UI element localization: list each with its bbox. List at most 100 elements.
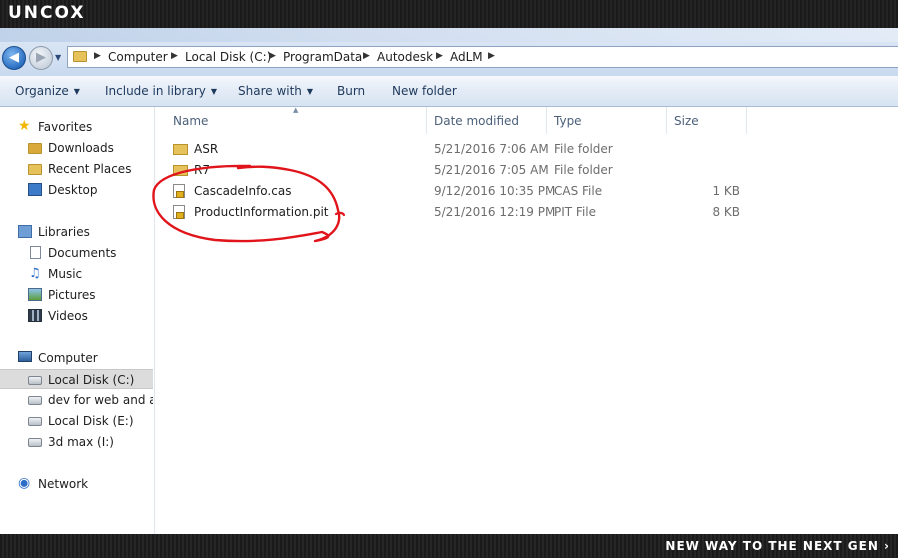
column-header-size[interactable]: Size: [667, 107, 747, 134]
breadcrumb-separator-icon[interactable]: ▶: [488, 51, 495, 61]
computer-icon: [18, 351, 32, 362]
navigation-bar: ◀ ▶ ▼ ▶ Computer ▶ Local Disk (C:) ▶ Pro…: [0, 28, 898, 76]
file-date: 9/12/2016 10:35 PM: [434, 184, 556, 198]
nav-label: 3d max (I:): [48, 435, 114, 449]
music-note-icon: ♫: [29, 266, 41, 281]
breadcrumb-separator-icon[interactable]: ▶: [269, 51, 276, 61]
breadcrumb-local-disk-c[interactable]: Local Disk (C:): [185, 50, 271, 64]
navigation-pane: ★ Favorites Downloads Recent Places Desk…: [0, 107, 155, 534]
breadcrumb-separator-icon[interactable]: ▶: [171, 51, 178, 61]
locked-file-icon: [173, 184, 185, 198]
chevron-down-icon: ▼: [306, 87, 314, 96]
table-row[interactable]: R7 5/21/2016 7:05 AM File folder: [155, 160, 898, 181]
file-date: 5/21/2016 7:06 AM: [434, 142, 549, 156]
column-header-name[interactable]: ▲ Name: [155, 106, 427, 134]
folder-icon: [173, 165, 188, 176]
command-bar: Organize ▼ Include in library ▼ Share with…: [0, 76, 898, 107]
drive-icon: [28, 417, 42, 426]
nav-label: Downloads: [48, 141, 114, 155]
arrow-right-icon: ▶: [36, 50, 46, 65]
sort-ascending-icon: ▲: [293, 106, 299, 114]
breadcrumb-separator-icon[interactable]: ▶: [363, 51, 370, 61]
recent-pages-button[interactable]: ▼: [55, 53, 61, 62]
table-row[interactable]: ASR 5/21/2016 7:06 AM File folder: [155, 139, 898, 160]
file-list: ▲ Name Date modified Type Size ASR 5/21/…: [155, 106, 898, 534]
column-header-date-modified[interactable]: Date modified: [427, 107, 547, 134]
file-name: CascadeInfo.cas: [194, 184, 292, 198]
file-type: PIT File: [554, 205, 596, 219]
breadcrumb-autodesk[interactable]: Autodesk: [377, 50, 433, 64]
file-date: 5/21/2016 7:05 AM: [434, 163, 549, 177]
file-type: CAS File: [554, 184, 603, 198]
nav-label: Pictures: [48, 288, 96, 302]
breadcrumb-programdata[interactable]: ProgramData: [283, 50, 362, 64]
table-row[interactable]: CascadeInfo.cas 9/12/2016 10:35 PM CAS F…: [155, 181, 898, 202]
share-with-label: Share with: [238, 84, 302, 98]
file-name: ASR: [194, 142, 219, 156]
brand-tagline: NEW WAY TO THE NEXT GEN ›: [665, 539, 890, 553]
column-header-type[interactable]: Type: [547, 107, 667, 134]
breadcrumb-computer[interactable]: Computer: [108, 50, 168, 64]
nav-documents[interactable]: Documents: [0, 243, 153, 263]
star-icon: ★: [18, 118, 31, 134]
nav-3d-max-drive[interactable]: 3d max (I:): [0, 432, 153, 452]
burn-button[interactable]: Burn: [337, 84, 365, 98]
back-button[interactable]: ◀: [2, 46, 26, 70]
network-icon: ◉: [18, 475, 31, 491]
libraries-icon: [18, 225, 32, 238]
nav-dev-drive[interactable]: dev for web and and: [0, 390, 153, 410]
downloads-folder-icon: [28, 143, 42, 154]
nav-libraries[interactable]: Libraries: [0, 222, 153, 242]
organize-button[interactable]: Organize ▼: [15, 84, 80, 98]
chevron-down-icon: ▼: [210, 87, 218, 96]
column-label: Size: [674, 114, 699, 128]
table-row[interactable]: ProductInformation.pit 5/21/2016 12:19 P…: [155, 202, 898, 223]
breadcrumb-separator-icon[interactable]: ▶: [436, 51, 443, 61]
nav-favorites[interactable]: ★ Favorites: [0, 117, 153, 137]
share-with-button[interactable]: Share with ▼: [238, 84, 313, 98]
arrow-left-icon: ◀: [9, 50, 19, 65]
nav-desktop[interactable]: Desktop: [0, 180, 153, 200]
nav-label: Documents: [48, 246, 117, 260]
nav-label: Computer: [38, 351, 98, 365]
drive-icon: [28, 438, 42, 447]
brand-logo: UNCOX: [8, 3, 86, 23]
windows-drive-icon: [28, 376, 42, 385]
pictures-icon: [28, 288, 42, 301]
nav-local-disk-e[interactable]: Local Disk (E:): [0, 411, 153, 431]
column-label: Type: [554, 114, 582, 128]
nav-videos[interactable]: Videos: [0, 306, 153, 326]
forward-button[interactable]: ▶: [29, 46, 53, 70]
film-strip-icon: [28, 309, 42, 322]
nav-computer[interactable]: Computer: [0, 348, 153, 368]
nav-label: dev for web and and: [48, 393, 153, 407]
brand-bar: UNCOX: [0, 0, 898, 28]
breadcrumb-separator-icon[interactable]: ▶: [94, 51, 101, 61]
nav-label: Desktop: [48, 183, 98, 197]
recent-places-icon: [28, 164, 42, 175]
folder-icon: [73, 51, 87, 62]
chevron-down-icon: ▼: [73, 87, 80, 96]
nav-label: Favorites: [38, 120, 93, 134]
nav-pictures[interactable]: Pictures: [0, 285, 153, 305]
column-label: Name: [173, 114, 209, 128]
organize-label: Organize: [15, 84, 69, 98]
nav-local-disk-c[interactable]: Local Disk (C:): [0, 369, 153, 389]
file-size: 1 KB: [712, 184, 740, 198]
file-type: File folder: [554, 142, 613, 156]
folder-icon: [173, 144, 188, 155]
desktop-icon: [28, 183, 42, 196]
chevron-down-icon: ▼: [55, 53, 62, 62]
nav-label: Videos: [48, 309, 88, 323]
nav-network[interactable]: ◉ Network: [0, 474, 153, 494]
file-name: R7: [194, 163, 210, 177]
include-in-library-button[interactable]: Include in library ▼: [105, 84, 217, 98]
nav-music[interactable]: ♫ Music: [0, 264, 153, 284]
file-name: ProductInformation.pit: [194, 205, 329, 219]
address-bar[interactable]: ▶ Computer ▶ Local Disk (C:) ▶ ProgramDa…: [67, 46, 898, 68]
new-folder-button[interactable]: New folder: [392, 84, 457, 98]
nav-label: Network: [38, 477, 89, 491]
breadcrumb-adlm[interactable]: AdLM: [450, 50, 483, 64]
nav-recent-places[interactable]: Recent Places: [0, 159, 153, 179]
nav-downloads[interactable]: Downloads: [0, 138, 153, 158]
